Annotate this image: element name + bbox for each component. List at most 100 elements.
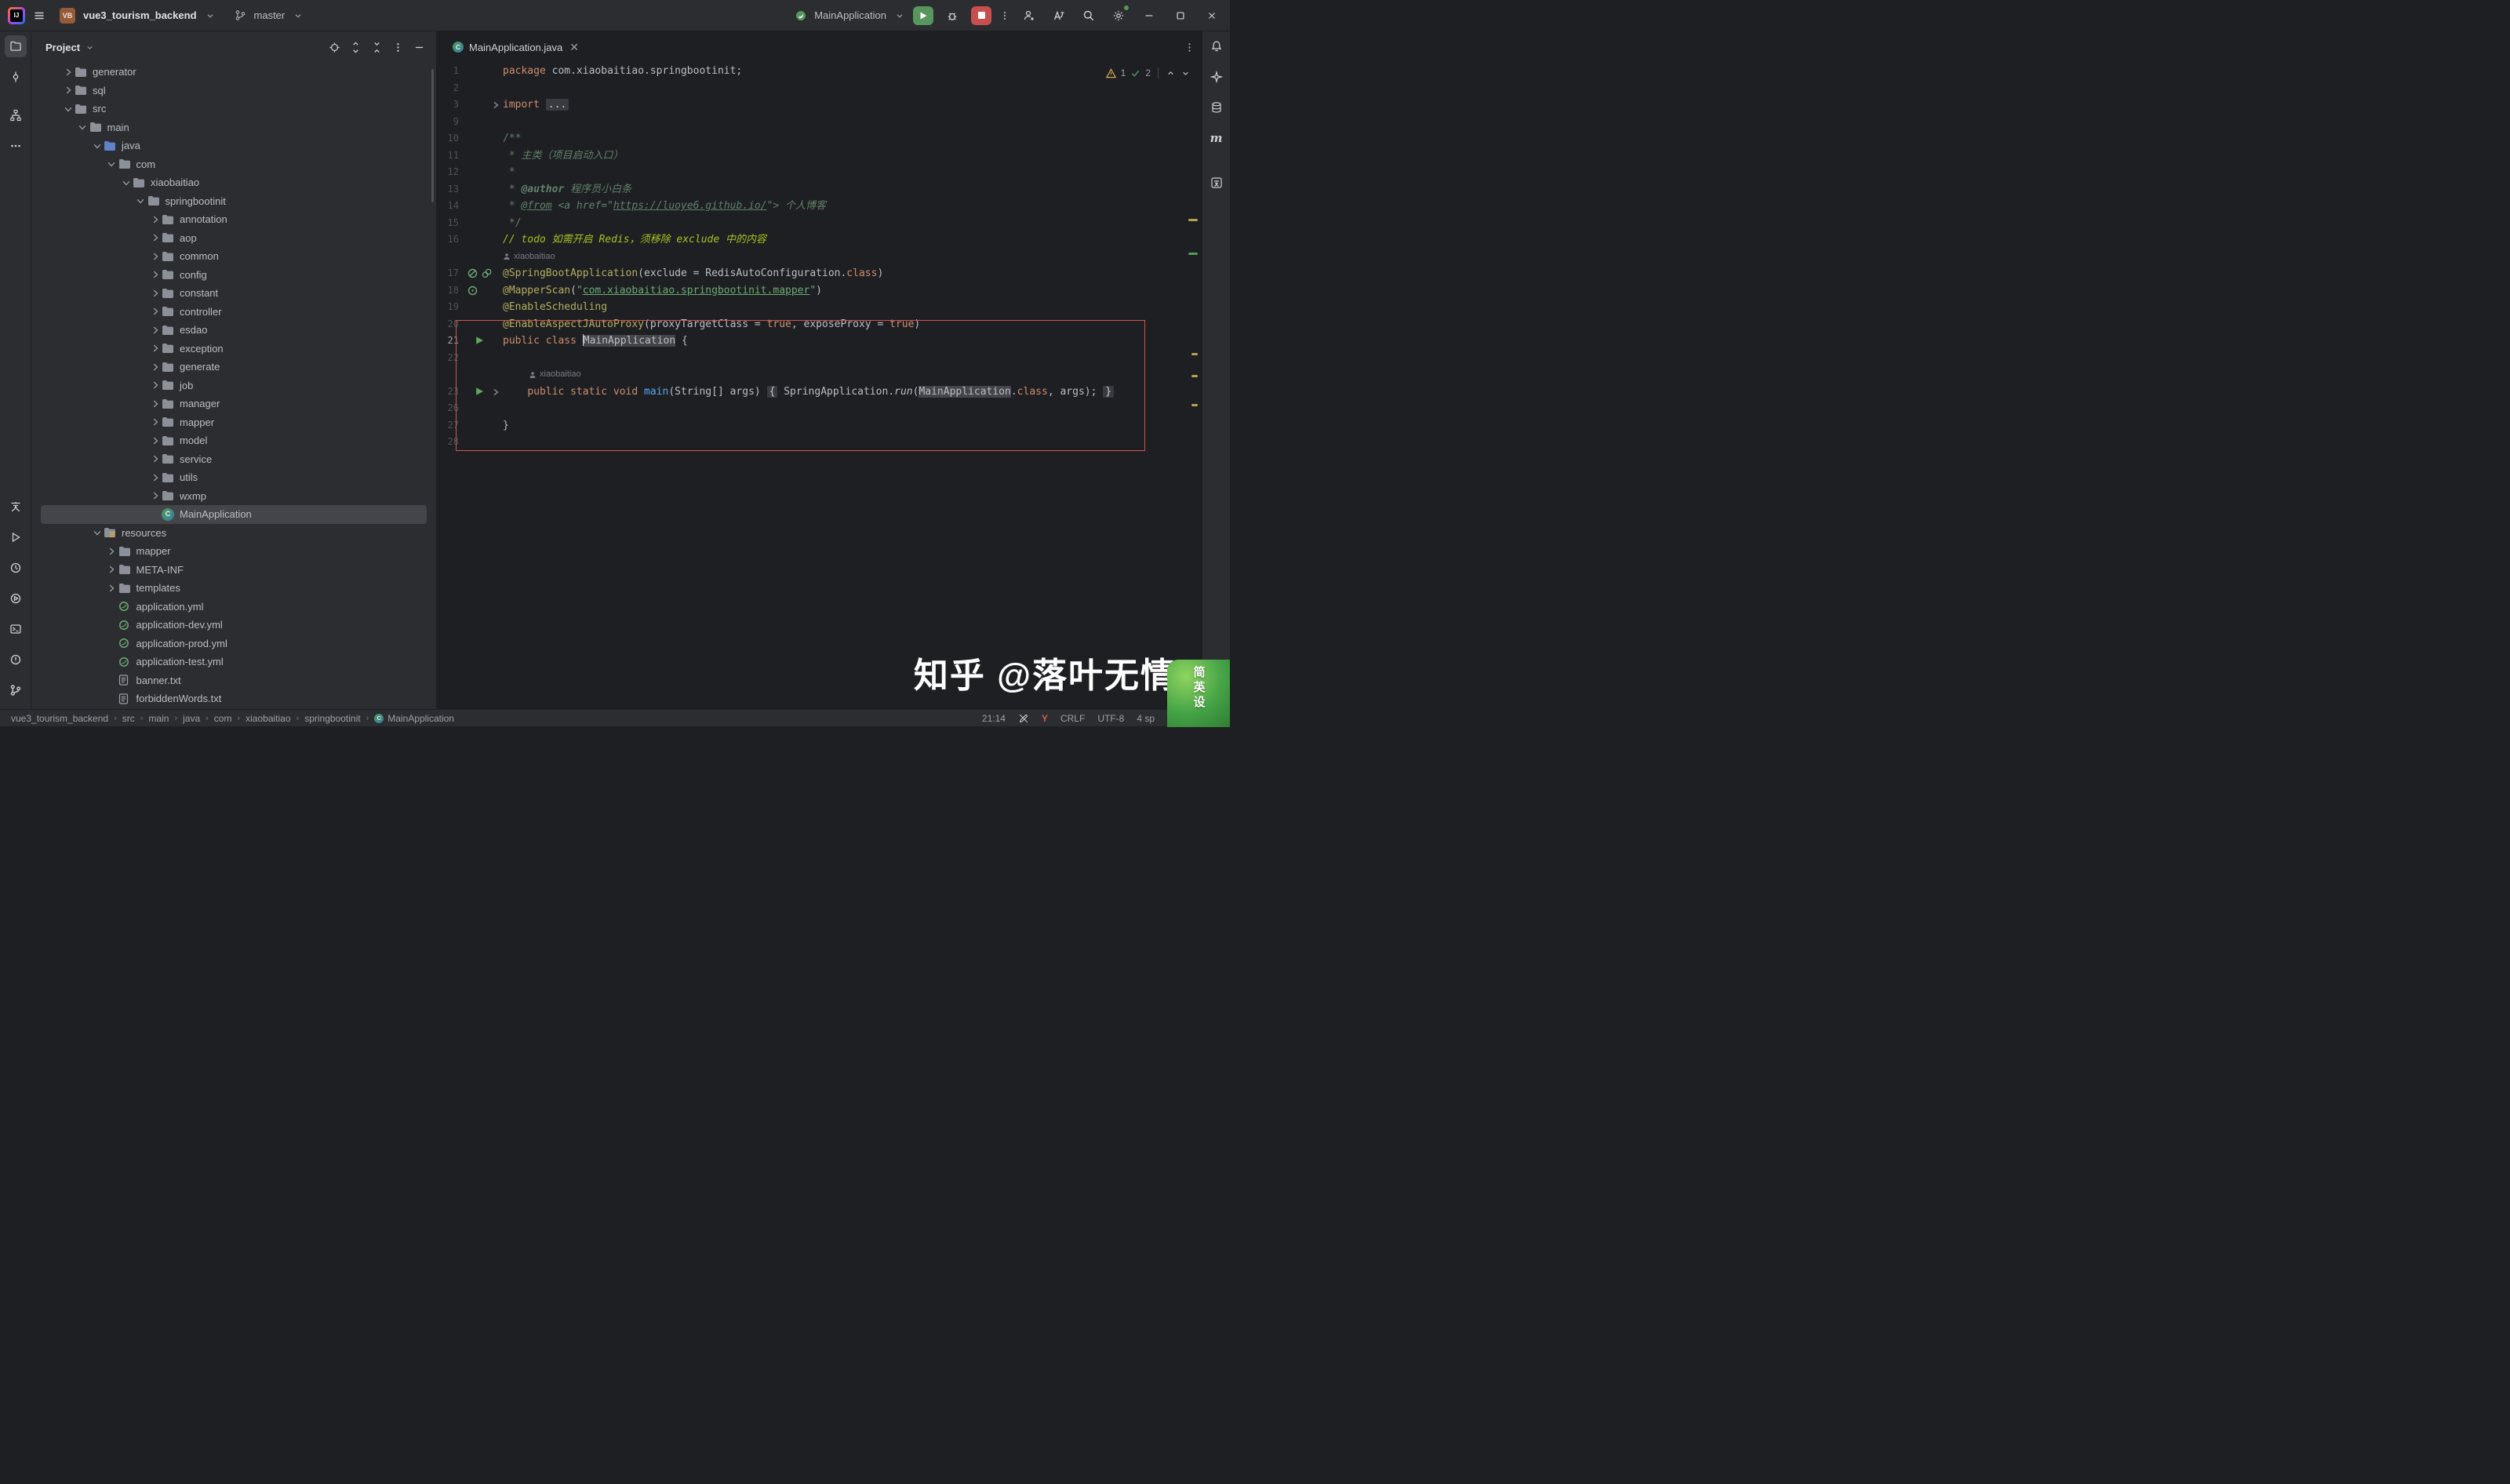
tree-row[interactable]: generator — [31, 63, 436, 82]
run-button[interactable] — [913, 6, 933, 25]
tree-row[interactable]: CMainApplication — [31, 505, 436, 524]
tree-row[interactable]: application.yml — [31, 598, 436, 617]
chevron-collapsed-icon[interactable] — [148, 395, 162, 413]
stop-button[interactable] — [971, 6, 991, 25]
code-line[interactable]: 23 public static void main(String[] args… — [437, 384, 1202, 401]
code-line[interactable]: 18@MapperScan("com.xiaobaitiao.springboo… — [437, 282, 1202, 300]
tree-row[interactable]: mapper — [31, 542, 436, 561]
tree-row[interactable]: wxmp — [31, 487, 436, 506]
yapi-plugin-icon[interactable]: Y — [1042, 713, 1048, 724]
tree-row[interactable]: common — [31, 247, 436, 266]
tree-row[interactable]: resources — [31, 524, 436, 543]
code-line[interactable]: 26 — [437, 400, 1202, 417]
app-logo-icon[interactable]: IJ — [8, 7, 25, 24]
tree-row[interactable]: mapper — [31, 413, 436, 432]
code-line[interactable]: 11 * 主类（项目启动入口） — [437, 147, 1202, 165]
tree-row[interactable]: service — [31, 450, 436, 469]
services-tool-icon[interactable] — [5, 587, 27, 609]
code-line[interactable]: 14 * @from <a href="https://luoye6.githu… — [437, 198, 1202, 215]
maximize-button[interactable] — [1169, 5, 1192, 27]
tree-row[interactable]: exception — [31, 340, 436, 358]
code-line[interactable]: 13 * @author 程序员小白条 — [437, 181, 1202, 198]
run-config-chevron-down-icon[interactable] — [894, 10, 905, 21]
breadcrumb-item[interactable]: CMainApplication — [374, 713, 454, 724]
run-config-name[interactable]: MainApplication — [814, 9, 886, 21]
ai-assistant-icon[interactable] — [1206, 66, 1228, 88]
tree-row[interactable]: job — [31, 376, 436, 395]
tree-row[interactable]: utils — [31, 468, 436, 487]
minimize-button[interactable] — [1137, 5, 1161, 27]
chevron-expanded-icon[interactable] — [119, 173, 133, 192]
chevron-collapsed-icon[interactable] — [148, 340, 162, 358]
code-line[interactable]: 1package com.xiaobaitiao.springbootinit; — [437, 63, 1202, 80]
tree-row[interactable]: templates — [31, 579, 436, 598]
tree-row[interactable]: META-INF — [31, 561, 436, 580]
line-ending-indicator[interactable]: CRLF — [1060, 713, 1085, 724]
encoding-indicator[interactable]: UTF-8 — [1097, 713, 1124, 724]
code-line[interactable]: 12 * — [437, 164, 1202, 181]
mapper-gutter-icon[interactable] — [467, 286, 478, 296]
breadcrumb-item[interactable]: com — [214, 713, 232, 724]
scroll-error-stripe-mark[interactable] — [1191, 375, 1198, 377]
breadcrumb-item[interactable]: src — [122, 713, 135, 724]
collapse-all-icon[interactable] — [371, 42, 383, 53]
close-button[interactable] — [1200, 5, 1224, 27]
chevron-collapsed-icon[interactable] — [148, 266, 162, 285]
run-gutter-icon[interactable] — [475, 336, 484, 345]
chevron-expanded-icon[interactable] — [105, 155, 118, 174]
code-line[interactable]: 15 */ — [437, 215, 1202, 232]
editor-surface[interactable]: 1package com.xiaobaitiao.springbootinit;… — [437, 63, 1202, 709]
code-line[interactable]: 19@EnableScheduling — [437, 299, 1202, 316]
breadcrumb-item[interactable]: vue3_tourism_backend — [11, 713, 108, 724]
code-line[interactable]: 21public class MainApplication { — [437, 333, 1202, 350]
tree-row[interactable]: manager — [31, 395, 436, 413]
select-opened-file-icon[interactable] — [329, 42, 340, 53]
project-tool-icon[interactable] — [5, 35, 27, 57]
run-gutter-icon[interactable] — [475, 387, 484, 396]
author-inlay-hint[interactable]: xiaobaitiao — [503, 249, 555, 266]
fold-chevron-icon[interactable] — [492, 388, 500, 396]
scroll-error-stripe-mark[interactable] — [1191, 404, 1198, 406]
code-line[interactable]: 10/** — [437, 130, 1202, 147]
code-line[interactable]: 3import ... — [437, 96, 1202, 114]
chevron-collapsed-icon[interactable] — [105, 579, 118, 598]
run-tool-icon[interactable] — [5, 526, 27, 548]
commit-tool-icon[interactable] — [5, 66, 27, 88]
tree-row[interactable]: src — [31, 100, 436, 118]
tab-close-icon[interactable]: ✕ — [569, 42, 579, 53]
chevron-collapsed-icon[interactable] — [148, 321, 162, 340]
hide-panel-icon[interactable] — [413, 42, 425, 53]
notifications-bell-icon[interactable] — [1206, 35, 1228, 57]
chevron-collapsed-icon[interactable] — [148, 376, 162, 395]
prev-problem-icon[interactable] — [1166, 68, 1176, 78]
code-line[interactable]: 2 — [437, 80, 1202, 97]
chevron-expanded-icon[interactable] — [76, 118, 89, 137]
code-line[interactable]: 27} — [437, 417, 1202, 435]
chevron-expanded-icon[interactable] — [61, 100, 75, 118]
run-more-icon[interactable] — [999, 10, 1010, 21]
project-panel-chevron-down-icon[interactable] — [85, 42, 95, 53]
git-branch-icon[interactable] — [235, 9, 246, 21]
chevron-collapsed-icon[interactable] — [148, 358, 162, 376]
chevron-collapsed-icon[interactable] — [148, 450, 162, 469]
terminal-tool-icon[interactable] — [5, 618, 27, 640]
inlay-hint-row[interactable]: xiaobaitiao — [437, 366, 1202, 384]
code-with-me-icon[interactable] — [1018, 5, 1040, 27]
scroll-error-stripe-mark[interactable] — [1188, 219, 1198, 221]
code-line[interactable]: 9 — [437, 114, 1202, 131]
tree-row[interactable]: java — [31, 136, 436, 155]
cursor-position[interactable]: 21:14 — [982, 713, 1006, 724]
tree-row[interactable]: config — [31, 266, 436, 285]
tree-row[interactable]: banner.txt — [31, 671, 436, 690]
chevron-collapsed-icon[interactable] — [148, 210, 162, 229]
tree-row[interactable]: constant — [31, 284, 436, 303]
tree-row[interactable]: application-test.yml — [31, 653, 436, 671]
debug-button[interactable] — [941, 5, 963, 27]
chevron-expanded-icon[interactable] — [90, 136, 104, 155]
tree-row[interactable]: forbiddenWords.txt — [31, 689, 436, 708]
expand-all-icon[interactable] — [350, 42, 362, 53]
tree-row[interactable]: aop — [31, 229, 436, 248]
code-line[interactable]: 16// todo 如需开启 Redis，须移除 exclude 中的内容 — [437, 231, 1202, 249]
chevron-collapsed-icon[interactable] — [61, 63, 75, 82]
tree-row[interactable]: model — [31, 431, 436, 450]
